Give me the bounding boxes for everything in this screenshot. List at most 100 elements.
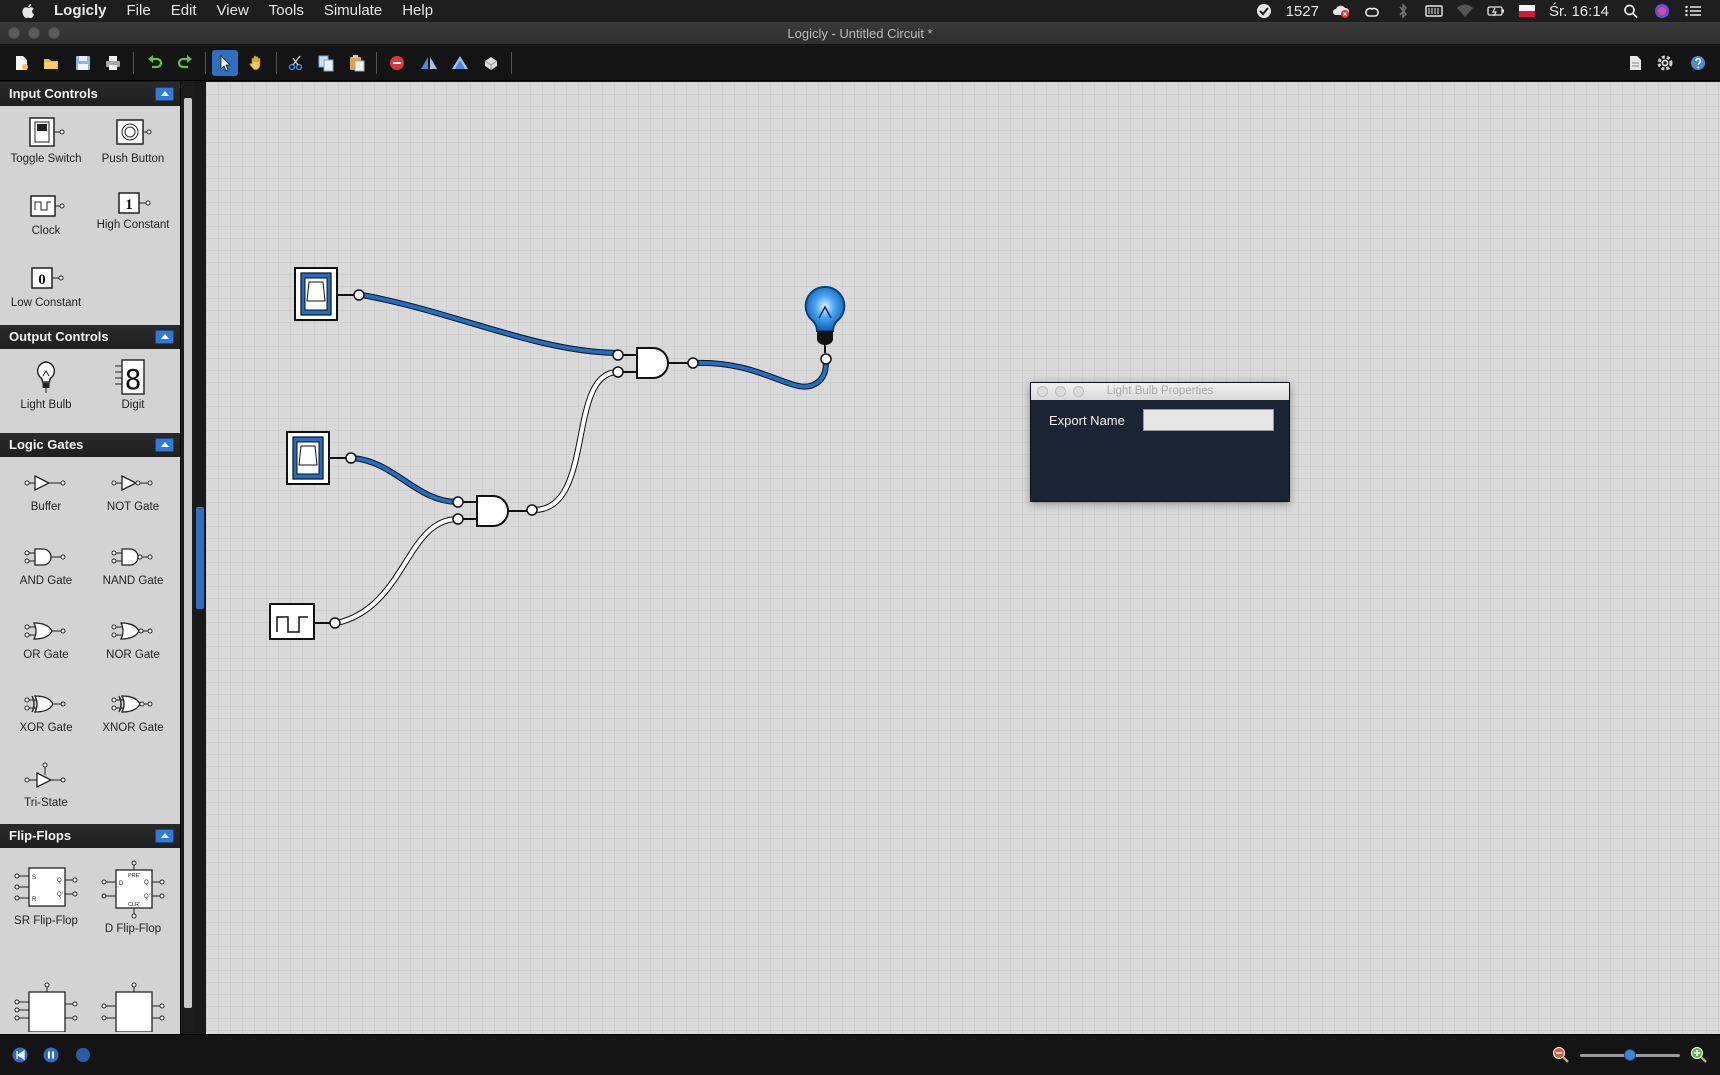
creative-cloud-icon[interactable] — [1363, 3, 1381, 19]
bluetooth-icon[interactable] — [1394, 3, 1412, 19]
section-header-output-controls[interactable]: Output Controls — [0, 325, 180, 349]
memory-icon[interactable] — [1425, 3, 1443, 19]
export-name-input[interactable] — [1143, 409, 1274, 431]
dialog-zoom-button[interactable] — [1073, 386, 1084, 397]
palette-item-and-gate[interactable]: AND Gate — [2, 542, 90, 588]
palette-item-t-flip-flop[interactable] — [89, 982, 177, 1032]
dialog-close-button[interactable] — [1037, 386, 1048, 397]
collapse-button[interactable] — [155, 87, 174, 101]
menu-app-logicly[interactable]: Logicly — [54, 0, 117, 22]
pause-icon[interactable] — [43, 1047, 59, 1063]
menu-edit[interactable]: Edit — [161, 0, 207, 22]
new-document-button[interactable] — [8, 50, 34, 76]
settings-button[interactable] — [1652, 50, 1678, 76]
palette-item-xnor-gate[interactable]: XNOR Gate — [89, 689, 177, 735]
undo-button[interactable] — [142, 50, 168, 76]
app-badge-icon[interactable] — [1255, 3, 1273, 19]
section-header-logic-gates[interactable]: Logic Gates — [0, 433, 180, 457]
light-bulb-properties-dialog[interactable]: Light Bulb Properties Export Name — [1030, 382, 1290, 502]
menu-help[interactable]: Help — [392, 0, 443, 22]
palette-item-xor-gate[interactable]: XOR Gate — [2, 689, 90, 735]
and-gate-1[interactable] — [452, 495, 538, 527]
save-button[interactable] — [70, 50, 96, 76]
palette-item-digit[interactable]: 8 Digit — [89, 358, 177, 412]
zoom-in-icon[interactable] — [1690, 1046, 1708, 1064]
zoom-slider-thumb[interactable] — [1624, 1049, 1636, 1061]
collapse-button[interactable] — [155, 330, 174, 344]
toggle-switch-1[interactable] — [294, 267, 365, 321]
integrated-circuit-button[interactable] — [478, 50, 504, 76]
menu-view[interactable]: View — [207, 0, 259, 22]
copy-button[interactable] — [313, 50, 339, 76]
wire-and2-to-bulb[interactable] — [692, 358, 829, 390]
palette-item-push-button[interactable]: Push Button — [89, 116, 177, 166]
siri-icon[interactable] — [1653, 3, 1671, 19]
step-back-icon[interactable] — [12, 1047, 28, 1063]
select-tool-button[interactable] — [212, 50, 238, 76]
circuit-canvas[interactable]: Light Bulb Properties Export Name — [206, 82, 1720, 1034]
palette-item-not-gate[interactable]: NOT Gate — [89, 468, 177, 514]
and-gate-2[interactable] — [612, 347, 699, 379]
palette-item-light-bulb[interactable]: Light Bulb — [2, 358, 90, 412]
wire-clock-to-and1[interactable] — [336, 516, 459, 626]
clock-input[interactable] — [269, 603, 341, 640]
item-label: SR Flip-Flop — [14, 915, 78, 927]
undo-icon — [148, 55, 163, 69]
palette-item-buffer[interactable]: Buffer — [2, 468, 90, 514]
document-properties-button[interactable] — [1622, 50, 1648, 76]
cut-button[interactable] — [283, 50, 309, 76]
menu-tools[interactable]: Tools — [259, 0, 314, 22]
collapse-button[interactable] — [155, 438, 174, 452]
palette-item-sr-flip-flop[interactable]: S R Q Q' SR Flip-Flop — [2, 860, 90, 928]
palette-item-jk-flip-flop[interactable] — [2, 982, 90, 1032]
apple-icon[interactable] — [20, 2, 38, 20]
new-document-icon — [16, 56, 28, 70]
menu-file[interactable]: File — [117, 0, 161, 22]
spotlight-search-icon[interactable] — [1622, 3, 1640, 19]
window-title-bar[interactable]: Logicly - Untitled Circuit * — [0, 22, 1720, 45]
palette-item-nand-gate[interactable]: NAND Gate — [89, 542, 177, 588]
palette-item-toggle-switch[interactable]: Toggle Switch — [2, 116, 90, 166]
flip-horizontal-button[interactable] — [416, 50, 442, 76]
panel-divider[interactable] — [194, 82, 206, 1034]
wire-switch2-to-and1[interactable] — [352, 455, 459, 505]
toggle-switch-2[interactable] — [286, 431, 357, 485]
section-header-input-controls[interactable]: Input Controls — [0, 82, 180, 106]
menu-simulate[interactable]: Simulate — [314, 0, 392, 22]
palette-scrollbar[interactable] — [180, 82, 194, 1034]
delete-button[interactable] — [384, 50, 410, 76]
cloud-error-icon[interactable] — [1332, 3, 1350, 19]
paste-button[interactable] — [344, 50, 370, 76]
flip-vertical-button[interactable] — [447, 50, 473, 76]
light-bulb-output[interactable] — [804, 285, 846, 365]
wire-and1-to-and2[interactable] — [533, 369, 619, 513]
palette-item-d-flip-flop[interactable]: PRE' D CLR' Q Q' D Flip-Flop — [89, 860, 177, 936]
dialog-title-bar[interactable]: Light Bulb Properties — [1031, 383, 1289, 400]
section-header-flip-flops[interactable]: Flip-Flops — [0, 824, 180, 848]
palette-item-or-gate[interactable]: OR Gate — [2, 616, 90, 662]
pan-tool-button[interactable] — [243, 50, 269, 76]
clock[interactable]: Śr. 16:14 — [1549, 3, 1609, 20]
jk-flip-flop-icon — [14, 982, 78, 1032]
item-label: Toggle Switch — [10, 153, 82, 165]
notification-center-icon[interactable] — [1684, 3, 1702, 19]
open-button[interactable] — [38, 50, 64, 76]
palette-item-nor-gate[interactable]: NOR Gate — [89, 616, 177, 662]
panel-collapse-handle[interactable] — [196, 507, 204, 609]
palette-item-tri-state[interactable]: Tri-State — [2, 762, 90, 810]
dialog-minimize-button[interactable] — [1055, 386, 1066, 397]
wifi-icon[interactable] — [1456, 3, 1474, 19]
palette-item-high-constant[interactable]: 1 High Constant — [89, 190, 177, 232]
collapse-button[interactable] — [155, 829, 174, 843]
polish-flag-icon[interactable] — [1518, 3, 1536, 19]
palette-item-clock[interactable]: Clock — [2, 190, 90, 238]
record-indicator-icon[interactable] — [75, 1047, 91, 1063]
palette-item-low-constant[interactable]: 0 Low Constant — [2, 264, 90, 310]
redo-button[interactable] — [172, 50, 198, 76]
help-button[interactable] — [1685, 50, 1711, 76]
scrollbar-thumb[interactable] — [184, 98, 192, 1008]
wire-switch1-to-and2[interactable] — [361, 292, 619, 356]
print-button[interactable] — [100, 50, 126, 76]
battery-icon[interactable] — [1487, 3, 1505, 19]
zoom-out-icon[interactable] — [1552, 1046, 1570, 1064]
